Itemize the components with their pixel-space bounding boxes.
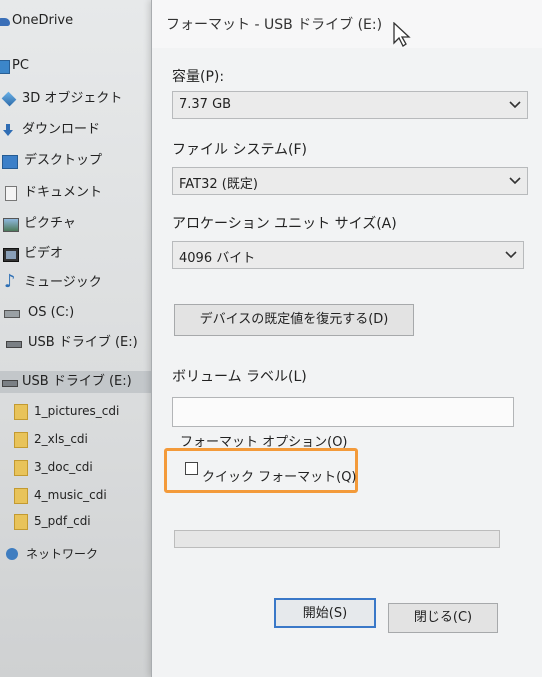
network-icon [6, 548, 18, 560]
onedrive-icon [0, 18, 10, 26]
chevron-down-icon [505, 251, 517, 259]
nav-item-label: ネットワーク [26, 547, 99, 561]
nav-item-label: ミュージック [24, 275, 102, 290]
downloads-icon [3, 124, 13, 136]
nav-item-label: ドキュメント [24, 185, 103, 200]
format-dialog: フォーマット - USB ドライブ (E:) 容量(P): 7.37 GB ファ… [151, 0, 542, 677]
filesystem-select[interactable]: FAT32 (既定) [172, 167, 528, 195]
folder-icon [14, 514, 28, 530]
chevron-down-icon [509, 177, 521, 185]
nav-item-label: OneDrive [12, 13, 74, 28]
allocation-value: 4096 バイト [179, 251, 256, 266]
dialog-title: フォーマット - USB ドライブ (E:) [166, 17, 383, 33]
nav-item-label: ビデオ [24, 246, 64, 261]
nav-item-usb-drive-e-root[interactable]: USB ドライブ (E:) [0, 371, 160, 393]
folder-icon [14, 432, 28, 448]
nav-item-label: USB ドライブ (E:) [28, 335, 138, 350]
start-button[interactable]: 開始(S) [274, 598, 376, 628]
videos-icon [3, 248, 19, 262]
format-progress-bar [174, 530, 500, 548]
folder-icon [14, 460, 28, 476]
nav-item-label: ピクチャ [24, 216, 76, 231]
nav-item-label: OS (C:) [28, 305, 75, 320]
folder-icon [14, 404, 28, 420]
capacity-label: 容量(P): [172, 69, 225, 85]
nav-item-label: 3_doc_cdi [34, 460, 93, 474]
usb-drive-icon [2, 380, 18, 387]
folder-icon [14, 488, 28, 504]
allocation-label: アロケーション ユニット サイズ(A) [172, 216, 397, 232]
drive-icon [4, 310, 20, 318]
documents-icon [5, 186, 17, 201]
close-button[interactable]: 閉じる(C) [388, 603, 498, 633]
dialog-titlebar[interactable]: フォーマット - USB ドライブ (E:) [152, 0, 542, 48]
nav-item-label: 3D オブジェクト [22, 91, 123, 106]
chevron-down-icon [509, 101, 521, 109]
allocation-select[interactable]: 4096 バイト [172, 241, 524, 269]
3d-objects-icon [1, 91, 17, 107]
nav-item-label: ダウンロード [22, 122, 101, 137]
pictures-icon [3, 218, 19, 232]
capacity-select[interactable]: 7.37 GB [172, 91, 528, 119]
filesystem-value: FAT32 (既定) [179, 177, 258, 192]
nav-item-label: USB ドライブ (E:) [22, 374, 132, 389]
nav-item-label: 5_pdf_cdi [34, 514, 91, 528]
nav-item-label: 2_xls_cdi [34, 432, 88, 446]
restore-defaults-button[interactable]: デバイスの既定値を復元する(D) [174, 304, 414, 336]
mouse-cursor-icon [393, 22, 411, 47]
volume-label: ボリューム ラベル(L) [172, 369, 307, 385]
desktop-icon [2, 155, 18, 169]
quick-format-checkbox[interactable] [185, 462, 198, 475]
usb-drive-icon [6, 341, 22, 348]
volume-label-input[interactable] [172, 397, 514, 427]
nav-item-label: PC [12, 58, 29, 73]
nav-item-label: 1_pictures_cdi [34, 404, 120, 418]
nav-item-label: デスクトップ [24, 153, 103, 168]
nav-item-label: 4_music_cdi [34, 488, 107, 502]
capacity-value: 7.37 GB [179, 97, 232, 112]
music-icon [4, 271, 16, 293]
filesystem-label: ファイル システム(F) [172, 142, 308, 158]
pc-icon [0, 60, 10, 74]
navigation-pane: OneDrive PC 3D オブジェクト ダウンロード デスクトップ ドキュメ… [0, 0, 160, 677]
quick-format-label[interactable]: クイック フォーマット(Q) [202, 466, 357, 485]
